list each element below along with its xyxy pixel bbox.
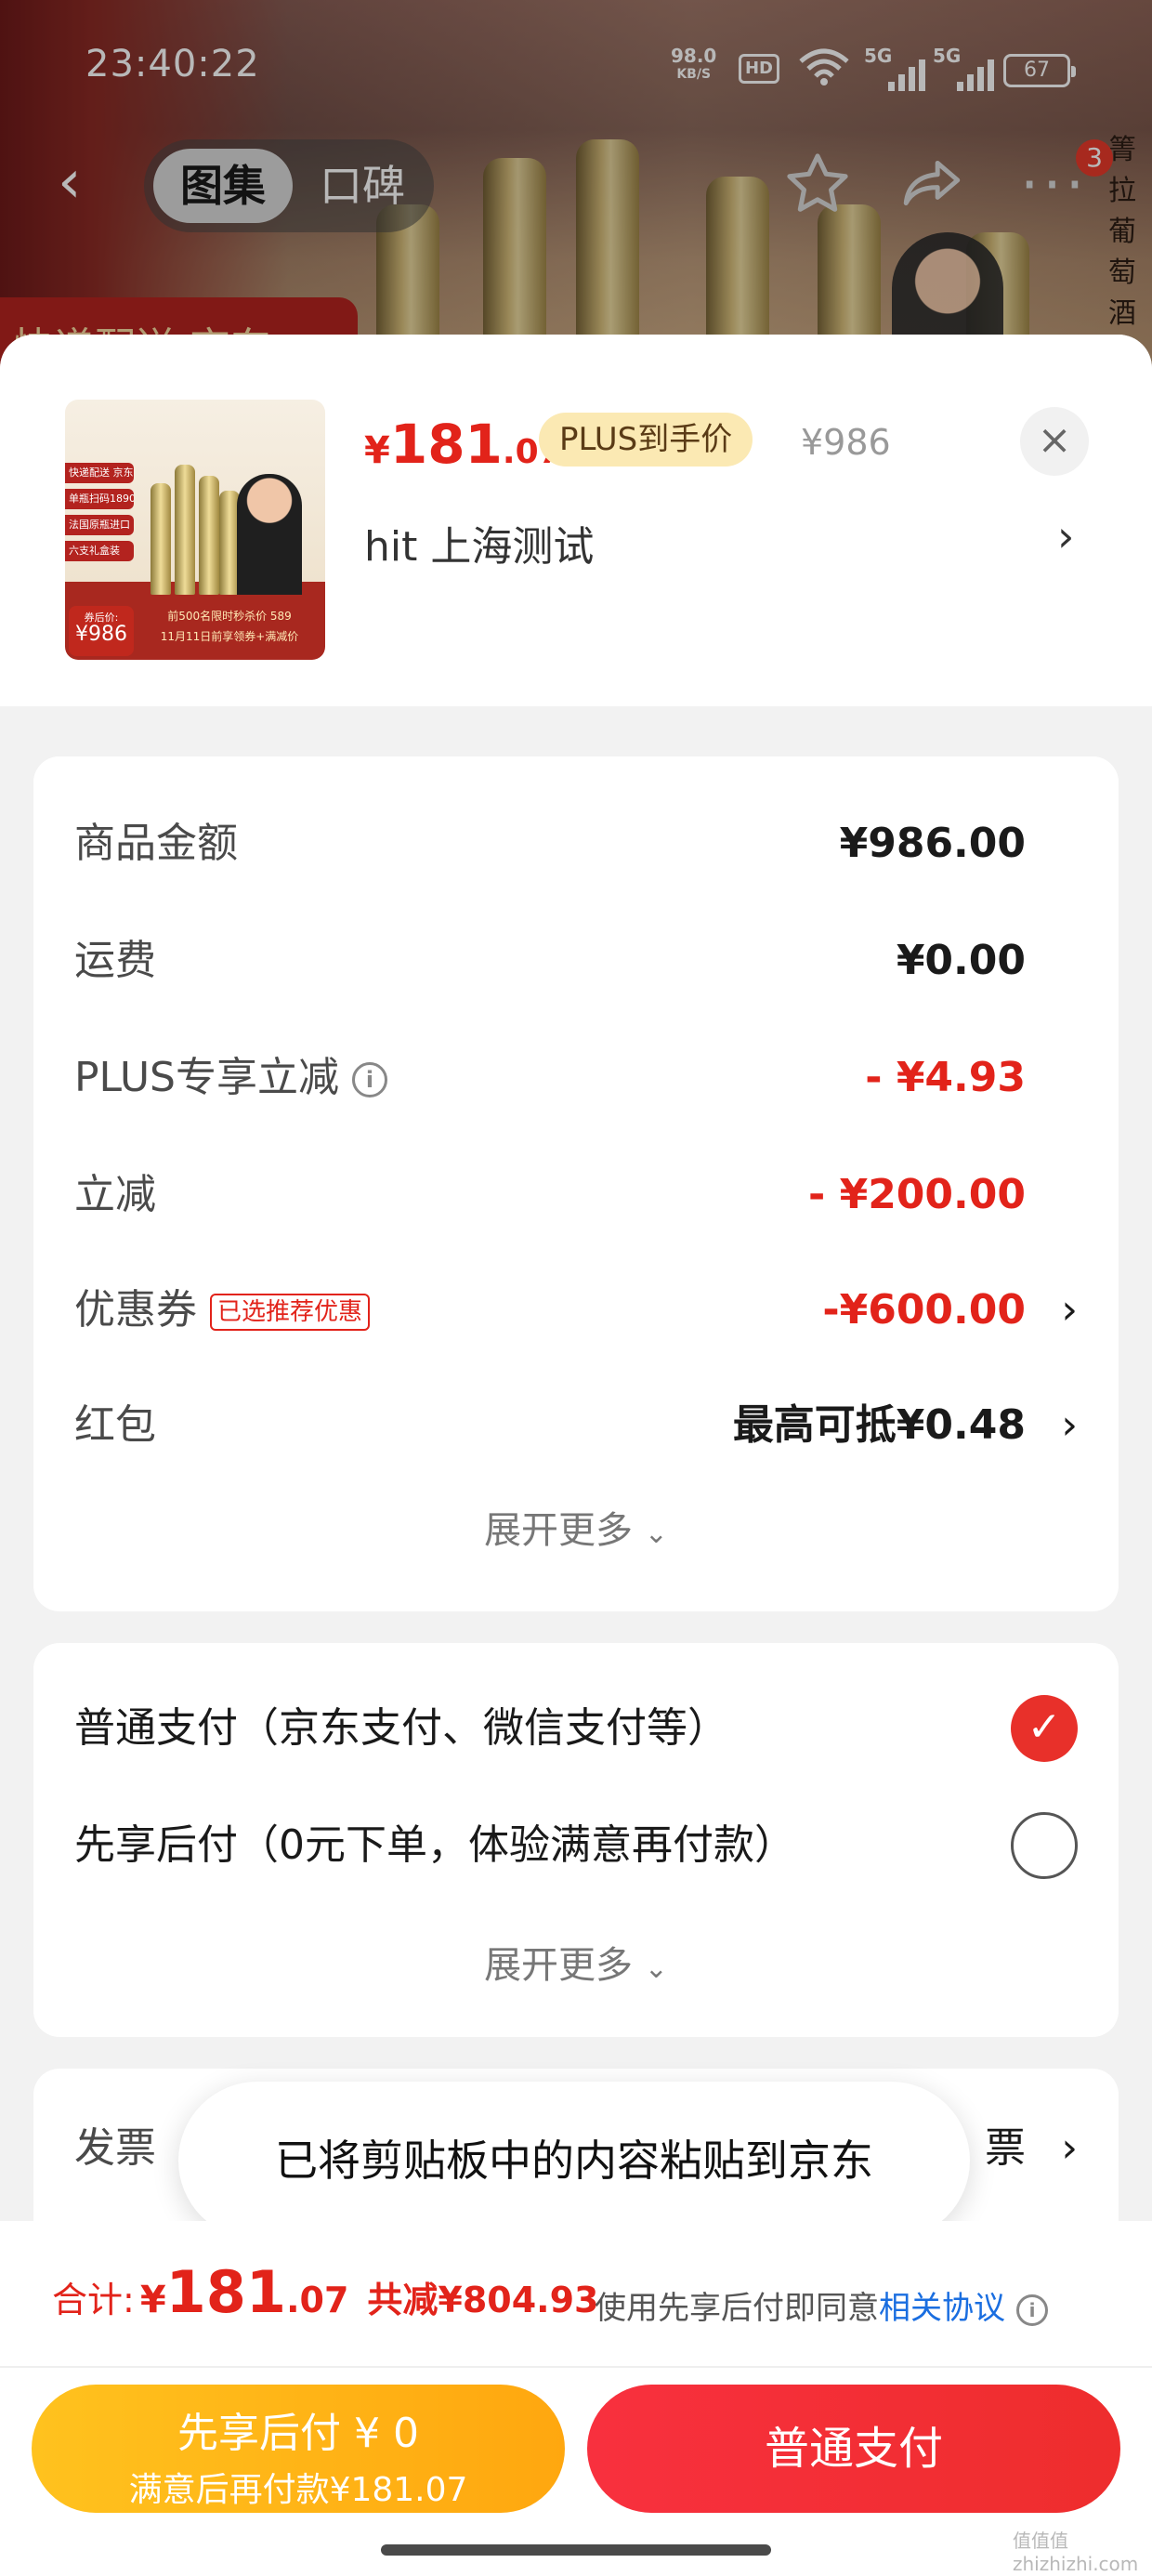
row-coupon[interactable]: 优惠券 已选推荐优惠 -¥600.00 › — [74, 1277, 1078, 1342]
final-price: ¥ 181 .07 — [364, 413, 562, 476]
chevron-down-icon: ⌄ — [644, 1518, 668, 1550]
watermark: 值值值 zhizhizhi.com — [1013, 2530, 1139, 2575]
total-saved: 共减¥804.93 — [367, 2280, 599, 2320]
chevron-right-icon[interactable]: › — [1061, 1282, 1078, 1338]
thumb-price: 券后价: ¥986 — [69, 606, 134, 656]
close-button[interactable]: × — [1020, 407, 1089, 476]
normal-pay-button[interactable]: 普通支付 — [587, 2385, 1120, 2513]
chevron-right-icon[interactable]: › — [1061, 1398, 1078, 1453]
expand-more-button[interactable]: 展开更多 ⌄ — [33, 1500, 1119, 1554]
product-summary-card: 快递配送 京东 单瓶扫码1890 法国原瓶进口 六支礼盒装 券后价: ¥986 … — [0, 335, 1152, 706]
info-icon[interactable]: i — [1016, 2293, 1048, 2326]
payment-method-card: 普通支付（京东支付、微信支付等） ✓ 先享后付（0元下单，体验满意再付款） 展开… — [33, 1643, 1119, 2037]
pay-later-button[interactable]: 先享后付 ¥ 0 满意后再付款¥181.07 — [32, 2385, 565, 2513]
agreement-text: 使用先享后付即同意相关协议 i — [595, 2282, 1048, 2328]
checkmark-radio-icon[interactable]: ✓ — [1011, 1695, 1078, 1762]
order-total: 合计: ¥ 181 .07 共减¥804.93 — [52, 2258, 599, 2326]
plus-price-badge: PLUS到手价 — [539, 413, 753, 467]
info-icon[interactable]: i — [352, 1062, 387, 1097]
thumb-promo-banner: 前500名限时秒杀价 589 11月11日前享领券+满减价 — [160, 610, 299, 643]
expand-more-button[interactable]: 展开更多 ⌄ — [33, 1935, 1119, 1989]
thumb-label: 快递配送 京东 — [65, 463, 134, 483]
agreement-link[interactable]: 相关协议 — [879, 2290, 1005, 2327]
modal-overlay[interactable] — [0, 0, 1152, 372]
chevron-down-icon: ⌄ — [644, 1952, 668, 1985]
chevron-right-icon[interactable]: › — [1057, 511, 1074, 561]
delivery-address[interactable]: hit 上海测试 — [364, 513, 594, 572]
coupon-selected-tag: 已选推荐优惠 — [210, 1294, 371, 1331]
row-plus-discount: PLUS专享立减i - ¥4.93 — [74, 1054, 1026, 1101]
row-instant-discount: 立减 - ¥200.00 — [74, 1171, 1026, 1218]
checkout-footer: 合计: ¥ 181 .07 共减¥804.93 使用先享后付即同意相关协议 i 先… — [0, 2221, 1152, 2576]
thumb-label: 法国原瓶进口 — [65, 515, 134, 535]
home-indicator[interactable] — [381, 2544, 771, 2556]
payment-option-pay-later[interactable]: 先享后付（0元下单，体验满意再付款） — [74, 1808, 1078, 1883]
amount-breakdown-bg: 商品金额 ¥986.00 运费 ¥0.00 PLUS专享立减 i - ¥4.93 … — [33, 756, 1119, 1611]
clipboard-toast: 已将剪贴板中的内容粘贴到京东 — [178, 2082, 970, 2240]
row-shipping: 运费 ¥0.00 — [74, 937, 1026, 984]
radio-unchecked-icon[interactable] — [1011, 1812, 1078, 1879]
original-price: ¥986 — [801, 422, 891, 463]
row-red-packet[interactable]: 红包 最高可抵¥0.48 › — [74, 1392, 1078, 1457]
footer-divider — [0, 2366, 1152, 2368]
thumb-label: 单瓶扫码1890 — [65, 489, 134, 509]
thumb-label: 六支礼盒装 — [65, 541, 134, 561]
chevron-right-icon[interactable]: › — [1061, 2121, 1078, 2176]
payment-option-normal[interactable]: 普通支付（京东支付、微信支付等） ✓ — [74, 1691, 1078, 1766]
product-thumbnail[interactable]: 快递配送 京东 单瓶扫码1890 法国原瓶进口 六支礼盒装 券后价: ¥986 … — [65, 400, 325, 660]
row-goods-amount: 商品金额 ¥986.00 — [74, 820, 1026, 867]
